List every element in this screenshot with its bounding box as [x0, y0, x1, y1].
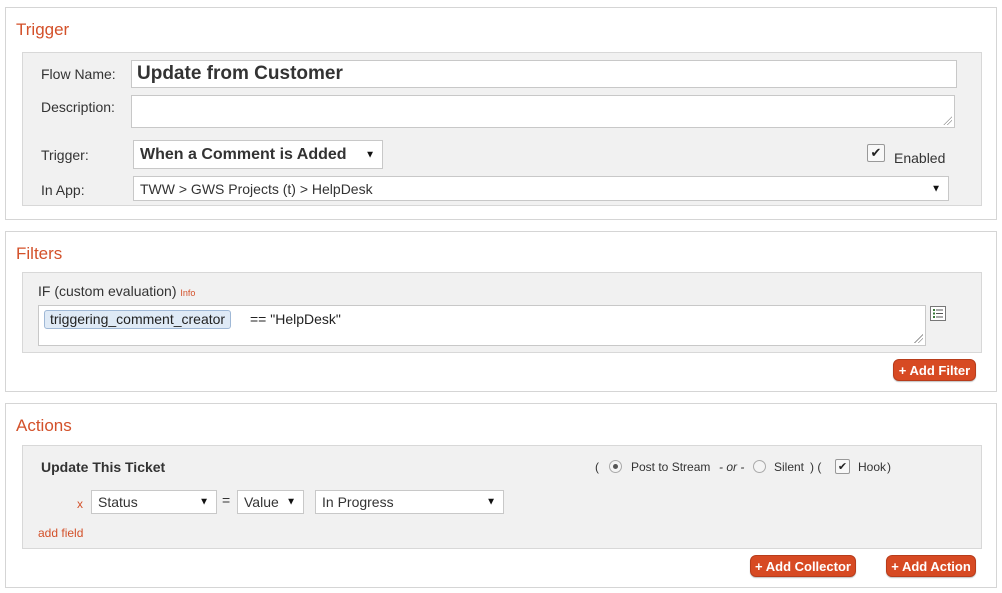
trigger-label: Trigger:: [41, 147, 89, 163]
filter-expression-text: == "HelpDesk": [250, 311, 341, 327]
description-label: Description:: [41, 99, 115, 115]
trigger-select-value: When a Comment is Added: [140, 145, 347, 163]
description-textarea[interactable]: [131, 95, 955, 128]
status-value-select[interactable]: In Progress ▼: [315, 490, 504, 514]
filter-expression-textarea[interactable]: triggering_comment_creator == "HelpDesk": [38, 305, 926, 346]
silent-label: Silent: [774, 460, 805, 474]
field-select[interactable]: Status ▼: [91, 490, 217, 514]
value-mode-select[interactable]: Value ▼: [237, 490, 304, 514]
info-link[interactable]: Info: [180, 288, 195, 298]
flow-name-value: Update from Customer: [137, 63, 343, 84]
field-picker-icon[interactable]: [930, 306, 946, 321]
if-label-text: IF (custom evaluation): [38, 283, 177, 299]
resize-grip-icon[interactable]: [943, 116, 952, 125]
add-collector-button[interactable]: + Add Collector: [750, 555, 856, 577]
flow-name-input[interactable]: Update from Customer: [131, 60, 957, 88]
filters-section-title: Filters: [16, 244, 63, 263]
enabled-checkbox[interactable]: ✔: [867, 144, 885, 162]
in-app-label: In App:: [41, 182, 85, 198]
enabled-label: Enabled: [894, 150, 946, 166]
if-label: IF (custom evaluation) Info: [38, 283, 195, 299]
actions-section: Actions Update This Ticket ( Post to Str…: [5, 403, 997, 588]
or-label: - or -: [719, 460, 745, 474]
add-field-link[interactable]: add field: [38, 526, 83, 540]
actions-section-title: Actions: [16, 416, 72, 435]
post-mode-group: ( Post to Stream - or - Silent ) ( ✔ Hoo…: [595, 459, 915, 475]
in-app-select[interactable]: TWW > GWS Projects (t) > HelpDesk ▼: [133, 176, 949, 201]
hook-checkbox[interactable]: ✔: [835, 459, 850, 474]
in-app-select-value: TWW > GWS Projects (t) > HelpDesk: [140, 180, 373, 197]
paren-close-open: ) (: [810, 460, 822, 474]
silent-radio[interactable]: [753, 460, 766, 473]
paren-open: (: [595, 460, 599, 474]
filters-panel: IF (custom evaluation) Info triggering_c…: [22, 272, 982, 353]
status-value: In Progress: [322, 494, 394, 510]
trigger-section: Trigger Flow Name: Update from Customer …: [5, 7, 997, 220]
add-filter-button[interactable]: + Add Filter: [893, 359, 976, 381]
paren-close: ): [887, 460, 891, 474]
value-mode-value: Value: [244, 494, 279, 510]
trigger-select[interactable]: When a Comment is Added ▼: [133, 140, 383, 169]
post-to-stream-label: Post to Stream: [631, 460, 711, 474]
hook-label: Hook: [858, 460, 887, 474]
chevron-down-icon: ▼: [365, 149, 375, 160]
variable-token[interactable]: triggering_comment_creator: [44, 310, 232, 329]
trigger-section-title: Trigger: [16, 20, 70, 39]
remove-field-button[interactable]: x: [77, 497, 83, 511]
flow-name-label: Flow Name:: [41, 66, 116, 82]
chevron-down-icon: ▼: [486, 496, 496, 508]
chevron-down-icon: ▼: [199, 496, 209, 508]
equals-label: =: [222, 492, 231, 508]
post-to-stream-radio[interactable]: [609, 460, 622, 473]
action-panel: Update This Ticket ( Post to Stream - or…: [22, 445, 982, 549]
action-title: Update This Ticket: [41, 459, 166, 475]
add-action-button[interactable]: + Add Action: [886, 555, 976, 577]
trigger-panel: Flow Name: Update from Customer Descript…: [22, 52, 982, 206]
field-select-value: Status: [98, 494, 138, 510]
chevron-down-icon: ▼: [286, 496, 296, 508]
chevron-down-icon: ▼: [931, 183, 941, 194]
filters-section: Filters IF (custom evaluation) Info trig…: [5, 231, 997, 392]
resize-grip-icon[interactable]: [914, 334, 923, 343]
